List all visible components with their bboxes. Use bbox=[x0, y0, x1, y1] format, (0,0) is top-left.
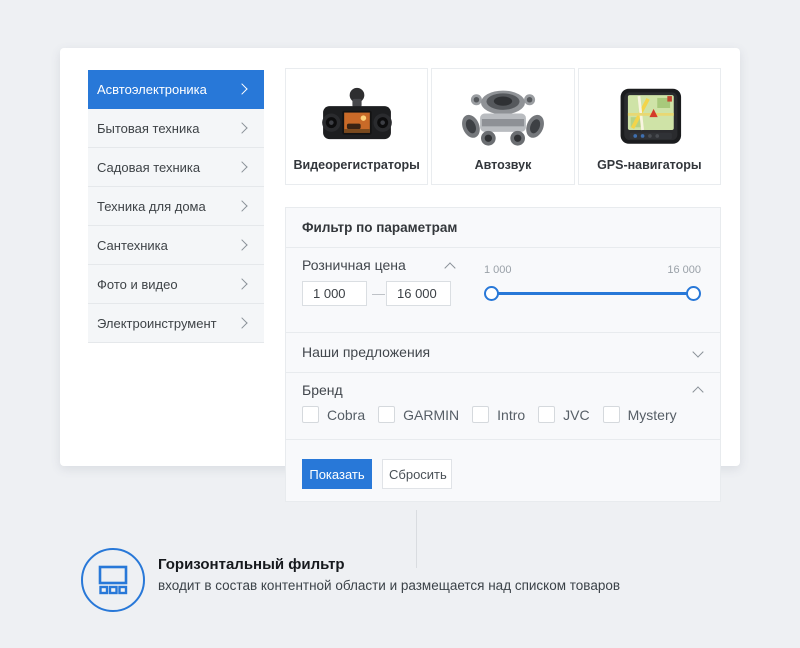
brand-checkbox[interactable] bbox=[378, 406, 395, 423]
brand-checkbox[interactable] bbox=[302, 406, 319, 423]
brand-checkbox-label: Cobra bbox=[327, 407, 365, 423]
chevron-up-icon[interactable] bbox=[692, 386, 703, 397]
sidebar-item-elektroinstrument[interactable]: Электроинструмент bbox=[88, 304, 264, 343]
brand-checkbox[interactable] bbox=[472, 406, 489, 423]
category-card-gps[interactable]: GPS-навигаторы bbox=[578, 68, 721, 185]
slider-handle-min[interactable] bbox=[484, 286, 499, 301]
car-speakers-photo bbox=[451, 86, 555, 152]
chevron-right-icon bbox=[236, 161, 247, 172]
category-card-label: Видеорегистраторы bbox=[294, 158, 420, 172]
price-min-input[interactable] bbox=[302, 281, 367, 306]
brand-option-mystery: Mystery bbox=[603, 406, 677, 423]
annotation-connector-line bbox=[416, 510, 417, 568]
price-filter-section: Розничная цена — 1 000 16 000 bbox=[286, 248, 720, 333]
price-range-separator: — bbox=[372, 286, 385, 301]
chevron-right-icon bbox=[236, 239, 247, 250]
sidebar-item-bytovaya-tekhnika[interactable]: Бытовая техника bbox=[88, 109, 264, 148]
sidebar-item-tekhnika-dlya-doma[interactable]: Техника для дома bbox=[88, 187, 264, 226]
chevron-right-icon bbox=[236, 278, 247, 289]
gps-navigator-photo bbox=[597, 86, 701, 152]
brand-checkbox-label: Mystery bbox=[628, 407, 677, 423]
brand-checkbox-label: GARMIN bbox=[403, 407, 459, 423]
category-sidebar: Асвтоэлектроника Бытовая техника Садовая… bbox=[88, 70, 264, 343]
sidebar-item-label: Бытовая техника bbox=[97, 121, 199, 136]
brand-checkbox[interactable] bbox=[538, 406, 555, 423]
category-card-label: Автозвук bbox=[475, 158, 532, 172]
filter-panel-header: Фильтр по параметрам bbox=[286, 208, 720, 248]
annotation-title: Горизонтальный фильтр bbox=[158, 556, 345, 573]
reset-button[interactable]: Сбросить bbox=[382, 459, 452, 489]
sidebar-item-avtoelektronika[interactable]: Асвтоэлектроника bbox=[88, 70, 264, 109]
chevron-down-icon[interactable] bbox=[692, 346, 703, 357]
chevron-right-icon bbox=[236, 122, 247, 133]
price-max-input[interactable] bbox=[386, 281, 451, 306]
filter-panel: Фильтр по параметрам Розничная цена — 1 … bbox=[285, 207, 721, 502]
brand-option-jvc: JVC bbox=[538, 406, 589, 423]
sidebar-item-label: Электроинструмент bbox=[97, 316, 217, 331]
filter-actions-section: Показать Сбросить bbox=[286, 440, 720, 504]
chevron-right-icon bbox=[236, 83, 247, 94]
brand-option-cobra: Cobra bbox=[302, 406, 365, 423]
sidebar-item-label: Фото и видео bbox=[97, 277, 178, 292]
sidebar-item-sadovaya-tekhnika[interactable]: Садовая техника bbox=[88, 148, 264, 187]
category-cards-row: Видеорегистраторы Автозвук bbox=[285, 68, 721, 185]
page: Асвтоэлектроника Бытовая техника Садовая… bbox=[0, 0, 800, 648]
brand-checkbox-label: JVC bbox=[563, 407, 589, 423]
horizontal-filter-layout-icon bbox=[81, 548, 145, 612]
annotation-description: входит в состав контентной области и раз… bbox=[158, 578, 620, 593]
sidebar-item-label: Асвтоэлектроника bbox=[97, 82, 207, 97]
show-button[interactable]: Показать bbox=[302, 459, 372, 489]
sidebar-item-label: Техника для дома bbox=[97, 199, 206, 214]
brand-checkbox[interactable] bbox=[603, 406, 620, 423]
dashcam-photo bbox=[305, 86, 409, 152]
slider-min-label: 1 000 bbox=[484, 264, 512, 276]
sidebar-item-foto-i-video[interactable]: Фото и видео bbox=[88, 265, 264, 304]
category-card-dashcams[interactable]: Видеорегистраторы bbox=[285, 68, 428, 185]
layout-glyph bbox=[95, 565, 131, 595]
brand-section-label: Бренд bbox=[302, 382, 343, 398]
sidebar-item-label: Сантехника bbox=[97, 238, 168, 253]
slider-track[interactable] bbox=[490, 292, 695, 295]
brand-filter-section: Бренд Cobra GARMIN Intro JVC bbox=[286, 373, 720, 440]
brand-checkbox-label: Intro bbox=[497, 407, 525, 423]
chevron-right-icon bbox=[236, 200, 247, 211]
brand-option-garmin: GARMIN bbox=[378, 406, 459, 423]
offers-filter-section[interactable]: Наши предложения bbox=[286, 333, 720, 373]
price-section-label: Розничная цена bbox=[302, 257, 406, 273]
sidebar-item-santekhnika[interactable]: Сантехника bbox=[88, 226, 264, 265]
chevron-right-icon bbox=[236, 317, 247, 328]
category-card-car-audio[interactable]: Автозвук bbox=[431, 68, 574, 185]
sidebar-item-label: Садовая техника bbox=[97, 160, 200, 175]
chevron-up-icon[interactable] bbox=[444, 262, 455, 273]
offers-section-label: Наши предложения bbox=[302, 344, 430, 360]
slider-handle-max[interactable] bbox=[686, 286, 701, 301]
brand-options-row: Cobra GARMIN Intro JVC Mystery bbox=[302, 406, 690, 423]
category-card-label: GPS-навигаторы bbox=[597, 158, 702, 172]
brand-option-intro: Intro bbox=[472, 406, 525, 423]
price-range-slider: 1 000 16 000 bbox=[484, 264, 701, 308]
filter-panel-title: Фильтр по параметрам bbox=[302, 220, 457, 235]
slider-max-label: 16 000 bbox=[667, 264, 701, 276]
